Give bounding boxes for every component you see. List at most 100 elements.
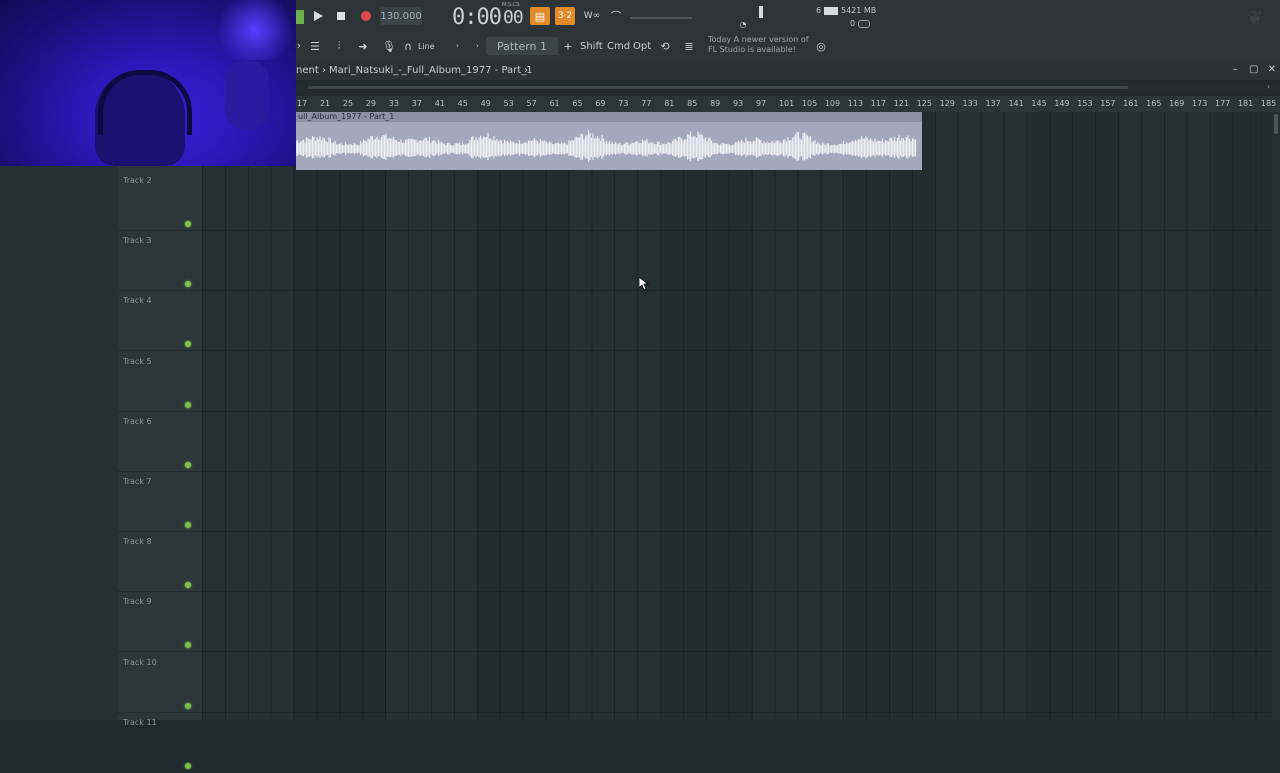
update-notice[interactable]: Today A newer version of FL Studio is av…	[708, 35, 809, 55]
track-mute-led[interactable]	[185, 401, 191, 408]
vertical-scrollbar[interactable]	[1272, 112, 1280, 720]
memory-meter	[824, 7, 838, 15]
microphone-icon: 🎙	[382, 39, 396, 53]
breadcrumb-arrow-icon[interactable]: ›	[524, 65, 528, 76]
undo-history-button[interactable]: ⟲	[656, 37, 674, 55]
ruler-tick: 29	[365, 99, 377, 108]
ruler-tick: 137	[985, 99, 1001, 108]
ruler-tick: 149	[1054, 99, 1070, 108]
toolbar-menu-arrow[interactable]: ›	[296, 37, 302, 53]
metronome-icon: ▤	[534, 9, 546, 23]
ruler-tick: 169	[1169, 99, 1185, 108]
playlist-grid[interactable]	[202, 112, 1272, 720]
track-label[interactable]: Track 2	[123, 176, 152, 185]
track-label[interactable]: Track 6	[123, 417, 152, 426]
webcam-overlay	[0, 0, 296, 166]
audio-clip[interactable]: ull_Album_1977 - Part_1	[296, 112, 922, 170]
timeline-ruler[interactable]: 17 21 25 29 33 37 41 45 49 53 57 61 65 69 73 77 81 85 89 93…	[296, 96, 1280, 112]
ruler-tick: 173	[1192, 99, 1208, 108]
wait-icon: W∞	[583, 11, 601, 21]
update-notice-line1: Today A newer version of	[708, 35, 809, 44]
ruler-tick: 121	[893, 99, 909, 108]
track-mute-led[interactable]	[185, 461, 191, 468]
shift-button[interactable]: Shift	[580, 37, 603, 55]
pattern-selector[interactable]: Pattern 1	[486, 37, 558, 55]
track-mute-led[interactable]	[185, 522, 191, 528]
scrollbar-thumb[interactable]	[308, 86, 1128, 89]
stop-button[interactable]	[333, 8, 349, 24]
record-button[interactable]	[358, 8, 374, 24]
memory-value: 5421 MB	[841, 6, 877, 15]
browser-button[interactable]: ≣	[680, 37, 698, 55]
track-mute-led[interactable]	[185, 281, 191, 288]
track-label[interactable]: Track 3	[123, 236, 152, 245]
mixer-button[interactable]: ⫶	[330, 37, 348, 55]
minimize-icon[interactable]: –	[1233, 64, 1238, 75]
browser-icon: ≣	[684, 39, 694, 53]
snap-dropdown-icon[interactable]: ›	[456, 37, 459, 55]
track-label[interactable]: Track 11	[123, 718, 157, 727]
close-icon[interactable]: ✕	[1268, 64, 1276, 75]
add-pattern-button[interactable]: +	[562, 37, 574, 55]
track-label[interactable]: Track 8	[123, 537, 152, 546]
history-icon: ⟲	[660, 39, 670, 53]
vertical-scrollbar-thumb[interactable]	[1274, 114, 1278, 134]
globe-icon: ◎	[816, 39, 826, 53]
ruler-tick: 41	[434, 99, 445, 108]
audio-waveform	[296, 122, 922, 170]
ruler-tick: 65	[572, 99, 583, 108]
fruit-logo-icon: ❦	[1246, 6, 1264, 30]
track-mute-led[interactable]	[185, 341, 191, 348]
time-main: 0:00	[452, 4, 502, 30]
track-label[interactable]: Track 9	[123, 597, 152, 606]
play-button[interactable]	[310, 8, 326, 24]
ruler-tick: 37	[411, 99, 422, 108]
pattern-prev-arrow[interactable]: ›	[476, 37, 479, 55]
playlist-icon: ☰	[310, 39, 320, 53]
blend-notes-button[interactable]: ⌒	[606, 7, 626, 25]
maximize-icon[interactable]: ▢	[1249, 64, 1258, 75]
countdown-button[interactable]: 3·2	[555, 7, 575, 25]
ruler-tick: 77	[641, 99, 652, 108]
track-mute-led[interactable]	[185, 582, 191, 589]
track-mute-led[interactable]	[185, 221, 191, 227]
track-label[interactable]: Track 4	[123, 296, 152, 305]
track-mute-led[interactable]	[185, 642, 191, 649]
playlist-titlebar: nent › Mari_Natsuki_-_Full_Album_1977 - …	[296, 62, 1280, 80]
snap-select[interactable]: Line	[418, 37, 435, 55]
cmd-button[interactable]: Cmd	[607, 37, 630, 55]
polyphony-meter	[858, 20, 870, 28]
wait-for-input-button[interactable]: W∞	[582, 7, 602, 25]
ruler-tick: 61	[549, 99, 560, 108]
horizontal-scrollbar[interactable]: ›	[296, 82, 1280, 94]
track-label[interactable]: Track 7	[123, 477, 152, 486]
song-mode-indicator[interactable]	[296, 10, 304, 24]
knob-icon: ◔	[739, 19, 747, 29]
metronome-button[interactable]: ▤	[530, 7, 550, 25]
mic-button[interactable]: 🎙	[380, 37, 398, 55]
track-mute-led[interactable]	[185, 762, 191, 769]
update-notice-line2: FL Studio is available!	[708, 45, 796, 54]
track-divider	[118, 470, 202, 472]
tempo-display[interactable]: 130.000	[380, 7, 422, 25]
track-divider	[118, 230, 202, 231]
arrow-tool-button[interactable]: ➜	[354, 37, 372, 55]
stop-icon	[337, 12, 345, 20]
ruler-tick: 161	[1123, 99, 1139, 108]
ruler-tick: 141	[1008, 99, 1024, 108]
scroll-right-arrow[interactable]: ›	[1267, 82, 1270, 91]
master-pitch-knob[interactable]: ◔	[738, 19, 748, 29]
record-icon	[361, 11, 371, 21]
opt-button[interactable]: Opt	[633, 37, 651, 55]
polyphony-value: 0	[850, 19, 856, 28]
playlist-button[interactable]: ☰	[306, 37, 324, 55]
grid-shade	[661, 112, 753, 720]
track-mute-led[interactable]	[185, 702, 191, 709]
snap-magnet-button[interactable]: ∩	[402, 37, 414, 55]
track-label[interactable]: Track 5	[123, 357, 152, 366]
master-volume-slider[interactable]	[630, 17, 692, 19]
online-globe-button[interactable]: ◎	[814, 37, 828, 55]
track-label[interactable]: Track 10	[123, 658, 157, 667]
breadcrumb-path[interactable]: Mari_Natsuki_-_Full_Album_1977 - Part_1	[329, 65, 533, 76]
ruler-tick: 85	[687, 99, 698, 108]
